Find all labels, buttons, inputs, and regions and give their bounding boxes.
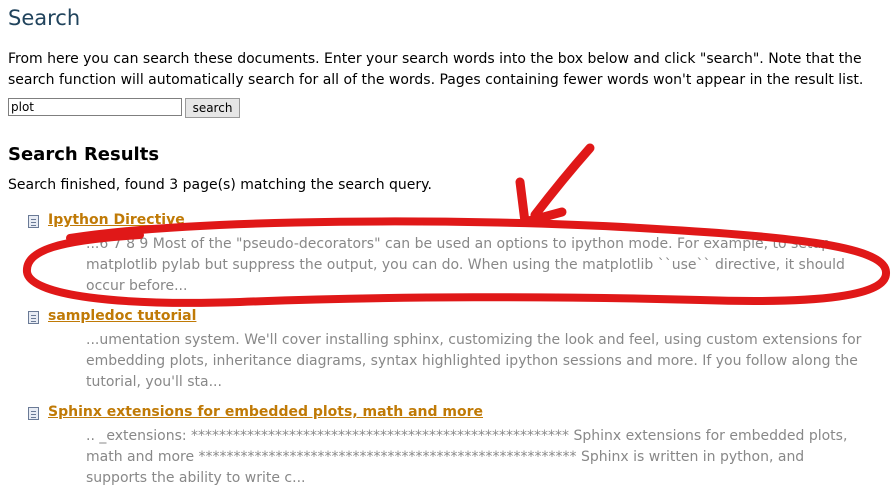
search-status: Search finished, found 3 page(s) matchin… bbox=[8, 177, 432, 193]
search-results-heading: Search Results bbox=[8, 144, 160, 165]
result-summary: .. _extensions: ************************… bbox=[86, 428, 848, 486]
page-title: Search bbox=[8, 6, 81, 30]
document-icon bbox=[28, 215, 39, 228]
annotation-arrow-head bbox=[515, 177, 567, 227]
annotation-arrow-shaft bbox=[530, 143, 595, 220]
result-summary: ...umentation system. We'll cover instal… bbox=[86, 332, 862, 390]
document-icon bbox=[28, 311, 39, 324]
result-link[interactable]: sampledoc tutorial bbox=[48, 308, 196, 324]
search-button[interactable]: search bbox=[185, 98, 240, 118]
result-link[interactable]: Sphinx extensions for embedded plots, ma… bbox=[48, 404, 483, 420]
result-summary: ...6 7 8 9 Most of the "pseudo-decorator… bbox=[86, 236, 845, 294]
search-instructions: From here you can search these documents… bbox=[8, 51, 864, 88]
document-icon bbox=[28, 407, 39, 420]
search-input[interactable] bbox=[8, 98, 182, 116]
result-link[interactable]: Ipython Directive bbox=[48, 212, 185, 228]
